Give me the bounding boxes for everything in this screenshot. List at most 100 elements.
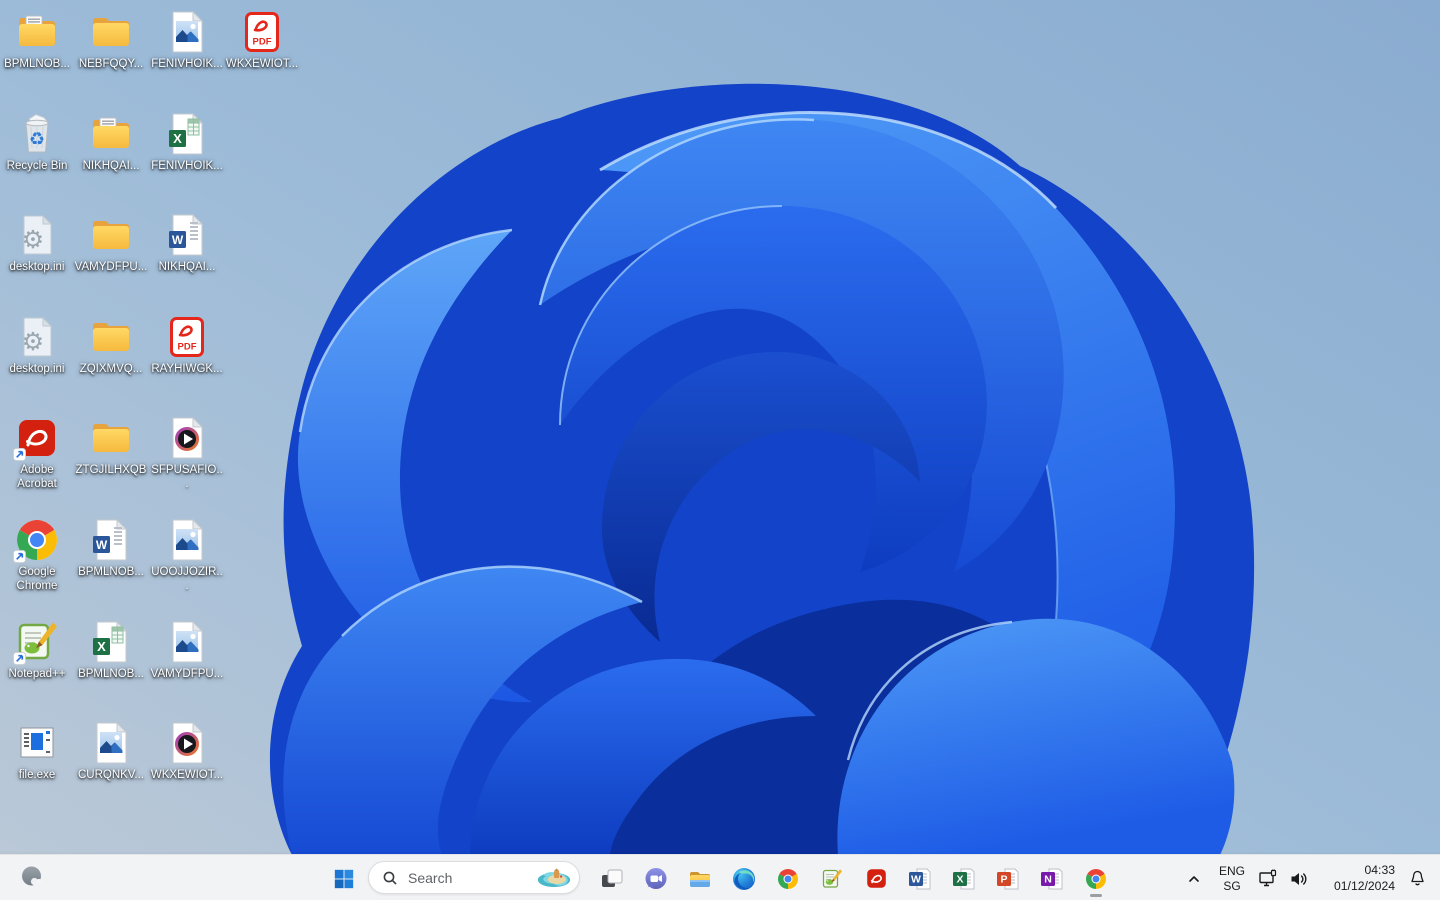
shortcut-arrow-icon	[13, 550, 26, 563]
excel-icon: X	[87, 618, 135, 666]
notifications-button[interactable]	[1402, 859, 1432, 899]
svg-text:⚙: ⚙	[22, 328, 44, 356]
taskbar-edge-button[interactable]	[724, 859, 764, 899]
desktop-icon-ztgjilhxqb[interactable]: ZTGJILHXQB	[74, 414, 148, 477]
taskbar-chat-button[interactable]	[636, 859, 676, 899]
desktop-icon-desktop-ini[interactable]: ⚙ desktop.ini	[0, 211, 74, 274]
desktop-icon-bpmlnob[interactable]: X BPMLNOB...	[74, 618, 148, 681]
desktop-icon-wkxewiot[interactable]: WKXEWIOT...	[150, 719, 224, 782]
pdf-icon: PDF	[238, 8, 286, 56]
desktop-icon-label: Adobe Acrobat	[17, 464, 57, 491]
powerpoint-icon: P	[995, 866, 1021, 892]
image-icon	[163, 8, 211, 56]
desktop-icon-label: FENIVHOIK...	[151, 58, 223, 70]
desktop-icon-nebfqqy[interactable]: NEBFQQY...	[74, 8, 148, 71]
desktop-icon-fenivhoik[interactable]: FENIVHOIK...	[150, 8, 224, 71]
desktop-icon-label: UOOJJOZIR...	[151, 566, 223, 593]
desktop-icon-label: file.exe	[18, 769, 56, 781]
desktop-icon-fenivhoik[interactable]: X FENIVHOIK...	[150, 110, 224, 173]
svg-text:⚙: ⚙	[22, 226, 44, 254]
taskbar-chrome-button[interactable]	[768, 859, 808, 899]
search-icon	[383, 871, 397, 885]
desktop-icon-label: FENIVHOIK...	[151, 160, 223, 172]
taskbar-task-view-button[interactable]	[592, 859, 632, 899]
desktop-icon-bpmlnob[interactable]: BPMLNOB...	[0, 8, 74, 71]
recycle-bin-icon: ♻	[13, 110, 61, 158]
desktop-icon-notepad++[interactable]: Notepad++	[0, 618, 74, 681]
desktop-icon-nikhqai[interactable]: W NIKHQAI...	[150, 211, 224, 274]
taskbar-chrome-active-button[interactable]	[1076, 859, 1116, 899]
svg-text:PDF: PDF	[178, 342, 197, 353]
ini-icon: ⚙	[13, 211, 61, 259]
desktop-icon-label: WKXEWIOT...	[150, 769, 224, 781]
desktop-icon-label: VAMYDFPU...	[150, 668, 224, 680]
desktop-icon-adobe-acrobat[interactable]: Adobe Acrobat	[0, 414, 74, 491]
svg-text:PDF: PDF	[253, 37, 272, 48]
image-icon	[87, 719, 135, 767]
desktop-icon-label: SFPUSAFIO...	[151, 464, 223, 491]
desktop-icon-label: VAMYDFPU...	[74, 261, 148, 273]
svg-text:X: X	[173, 131, 182, 146]
desktop-icon-file-exe[interactable]: file.exe	[0, 719, 74, 782]
search-highlight-image	[537, 868, 571, 887]
taskbar-onenote-button[interactable]: N	[1032, 859, 1072, 899]
desktop-icon-google-chrome[interactable]: Google Chrome	[0, 516, 74, 593]
taskbar-excel-button[interactable]: X	[944, 859, 984, 899]
desktop-icon-label: NIKHQAI...	[158, 261, 216, 273]
folder-icon	[87, 8, 135, 56]
clock[interactable]: 04:33 01/12/2024	[1317, 859, 1397, 899]
taskbar-center: Search W X P N	[324, 855, 1116, 900]
desktop-icon-wkxewiot[interactable]: PDF WKXEWIOT...	[225, 8, 299, 71]
word-icon: W	[87, 516, 135, 564]
desktop-icon-sfpusafio[interactable]: SFPUSAFIO...	[150, 414, 224, 491]
tray-overflow-button[interactable]	[1179, 859, 1209, 899]
folder-icon	[87, 414, 135, 462]
svg-text:P: P	[1000, 873, 1007, 885]
chevron-up-icon	[1189, 875, 1199, 882]
speaker-icon	[1291, 872, 1307, 885]
excel-icon: X	[163, 110, 211, 158]
start-button[interactable]	[324, 859, 364, 899]
desktop-icon-curqnkv[interactable]: CURQNKV...	[74, 719, 148, 782]
search-box[interactable]: Search	[368, 861, 580, 894]
task-view-icon	[599, 866, 625, 892]
folder-docs-icon	[87, 110, 135, 158]
image-icon	[163, 516, 211, 564]
desktop-icon-zqixmvq[interactable]: ZQIXMVQ...	[74, 313, 148, 376]
folder-docs-icon	[13, 8, 61, 56]
folder-icon	[87, 211, 135, 259]
clock-time: 04:33	[1364, 863, 1396, 878]
desktop-icon-label: CURQNKV...	[77, 769, 145, 781]
network-button[interactable]	[1255, 859, 1281, 899]
taskbar-acrobat-button[interactable]	[856, 859, 896, 899]
clock-date: 01/12/2024	[1334, 878, 1395, 893]
folder-icon	[87, 313, 135, 361]
chrome-icon	[13, 516, 61, 564]
svg-text:W: W	[911, 873, 921, 885]
desktop-icon-nikhqai[interactable]: NIKHQAI...	[74, 110, 148, 173]
desktop-icon-recycle-bin[interactable]: ♻ Recycle Bin	[0, 110, 74, 173]
notepad-plus-plus-icon	[820, 867, 844, 891]
volume-button[interactable]	[1286, 859, 1312, 899]
desktop-icon-desktop-ini[interactable]: ⚙ desktop.ini	[0, 313, 74, 376]
widgets-weather-button[interactable]	[12, 857, 52, 897]
running-indicator	[1090, 893, 1102, 897]
language-indicator[interactable]: ENG SG	[1214, 859, 1250, 899]
desktop-icon-label: NEBFQQY...	[78, 58, 144, 70]
desktop-icon-label: RAYHIWGK...	[151, 363, 223, 375]
taskbar-file-explorer-button[interactable]	[680, 859, 720, 899]
desktop-icon-label: BPMLNOB...	[78, 566, 144, 578]
desktop-icon-vamydfpu[interactable]: VAMYDFPU...	[74, 211, 148, 274]
desktop-icon-uoojjozir[interactable]: UOOJJOZIR...	[150, 516, 224, 593]
taskbar-powerpoint-button[interactable]: P	[988, 859, 1028, 899]
chrome-icon	[776, 867, 800, 891]
desktop-icon-rayhiwgk[interactable]: PDF RAYHIWGK...	[150, 313, 224, 376]
taskbar-word-button[interactable]: W	[900, 859, 940, 899]
taskbar-notepad-plus-plus-button[interactable]	[812, 859, 852, 899]
desktop-icon-vamydfpu[interactable]: VAMYDFPU...	[150, 618, 224, 681]
desktop-icon-label: WKXEWIOT...	[225, 58, 299, 70]
desktop-icon-bpmlnob[interactable]: W BPMLNOB...	[74, 516, 148, 579]
search-placeholder: Search	[408, 869, 453, 886]
chat-icon	[643, 866, 669, 892]
svg-text:♻: ♻	[29, 129, 45, 149]
